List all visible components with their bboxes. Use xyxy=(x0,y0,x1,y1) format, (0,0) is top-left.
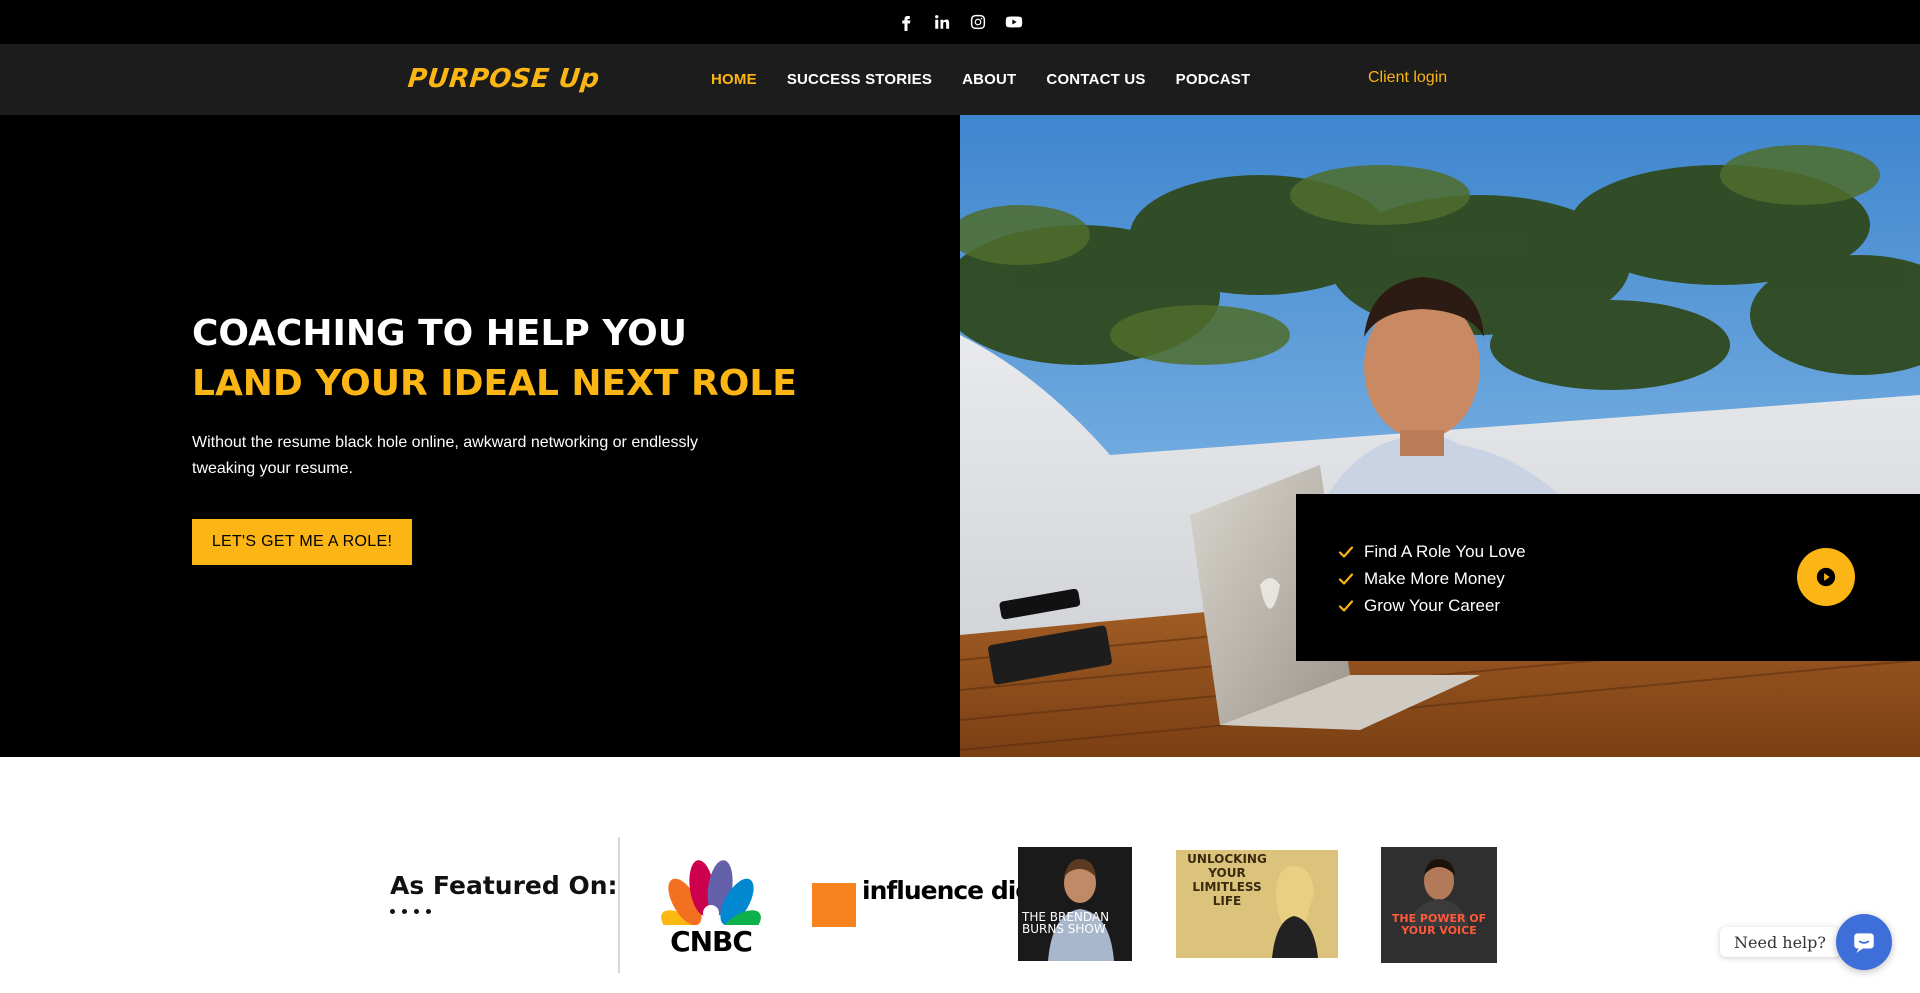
check-icon xyxy=(1338,598,1354,614)
chat-button[interactable] xyxy=(1836,914,1892,970)
limitless-life-logo[interactable]: UNLOCKING YOUR LIMITLESS LIFE xyxy=(1176,850,1338,958)
featured-dots xyxy=(390,909,431,914)
hero-subtitle: Without the resume black hole online, aw… xyxy=(192,434,699,477)
benefit-item: Grow Your Career xyxy=(1338,592,1526,619)
featured-title: As Featured On: xyxy=(390,871,618,900)
benefit-text: Make More Money xyxy=(1364,568,1505,588)
influence-square xyxy=(812,883,856,927)
nav-podcast[interactable]: PODCAST xyxy=(1176,71,1251,88)
hero-title-line1: COACHING TO HELP YOU xyxy=(192,313,687,354)
featured-section: As Featured On: CNBC influence digest + … xyxy=(0,757,1920,993)
brendan-burns-show-logo[interactable]: THE BRENDAN BURNS SHOW xyxy=(1018,847,1132,961)
nav-contact-us[interactable]: CONTACT US xyxy=(1046,71,1145,88)
primary-nav: HOME SUCCESS STORIES ABOUT CONTACT US PO… xyxy=(711,44,1250,115)
get-role-button[interactable]: LET'S GET ME A ROLE! xyxy=(192,519,412,565)
hero-title-line2: LAND YOUR IDEAL NEXT ROLE xyxy=(192,363,797,404)
cnbc-wordmark: CNBC xyxy=(670,925,753,958)
logo-text: PURPOSE Up xyxy=(406,64,602,94)
instagram-icon[interactable] xyxy=(968,12,988,32)
play-icon xyxy=(1816,567,1836,587)
benefit-text: Grow Your Career xyxy=(1364,595,1501,615)
benefits-panel: Find A Role You Love Make More Money Gro… xyxy=(1296,494,1920,661)
hero-copy: COACHING TO HELP YOU LAND YOUR IDEAL NEX… xyxy=(192,310,797,482)
youtube-icon[interactable] xyxy=(1004,12,1024,32)
need-help-label[interactable]: Need help? xyxy=(1720,927,1840,957)
nav-home[interactable]: HOME xyxy=(711,71,757,88)
benefit-item: Find A Role You Love xyxy=(1338,538,1526,565)
main-navbar: PURPOSE Up HOME SUCCESS STORIES ABOUT CO… xyxy=(0,44,1920,115)
client-login-link[interactable]: Client login xyxy=(1368,69,1447,87)
hero-section: COACHING TO HELP YOU LAND YOUR IDEAL NEX… xyxy=(0,115,1920,757)
benefit-list: Find A Role You Love Make More Money Gro… xyxy=(1338,538,1526,619)
peacock-icon xyxy=(661,860,761,945)
check-icon xyxy=(1338,571,1354,587)
power-voice-text: THE POWER OF YOUR VOICE xyxy=(1391,912,1487,937)
nav-success-stories[interactable]: SUCCESS STORIES xyxy=(787,71,932,88)
power-of-your-voice-logo[interactable]: THE POWER OF YOUR VOICE xyxy=(1381,847,1497,963)
benefit-item: Make More Money xyxy=(1338,565,1526,592)
influence-digest-logo[interactable]: influence digest + xyxy=(812,877,1102,933)
benefit-text: Find A Role You Love xyxy=(1364,541,1526,561)
purpose-up-logo[interactable]: PURPOSE Up xyxy=(406,59,602,99)
chat-icon xyxy=(1854,933,1874,953)
play-video-button[interactable] xyxy=(1797,548,1855,606)
nav-about[interactable]: ABOUT xyxy=(962,71,1016,88)
check-icon xyxy=(1338,544,1354,560)
featured-divider xyxy=(618,837,620,973)
facebook-icon[interactable] xyxy=(896,12,916,32)
limitless-text: UNLOCKING YOUR LIMITLESS LIFE xyxy=(1187,852,1267,908)
linkedin-icon[interactable] xyxy=(932,12,952,32)
brendan-text: THE BRENDAN BURNS SHOW xyxy=(1022,910,1110,936)
cnbc-logo[interactable]: CNBC xyxy=(648,855,774,958)
social-bar xyxy=(0,0,1920,44)
